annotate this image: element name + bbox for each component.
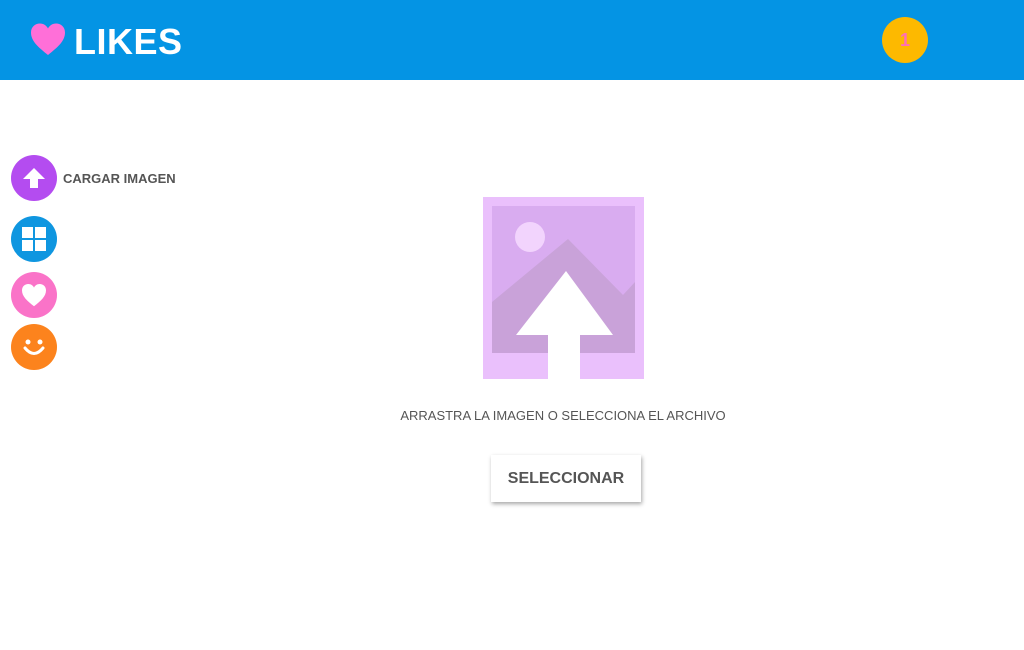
heart-icon — [22, 284, 46, 307]
gallery-grid-button[interactable] — [11, 216, 57, 262]
app-title: LIKES — [74, 21, 183, 62]
upload-arrow-icon — [23, 168, 45, 188]
top-header: LIKES 1 — [0, 0, 1024, 80]
heart-icon — [31, 23, 65, 55]
notification-badge[interactable]: 1 — [882, 17, 928, 63]
smile-icon — [23, 339, 45, 355]
emoji-button[interactable] — [11, 324, 57, 370]
upload-image-button[interactable] — [11, 155, 57, 201]
upload-image-label[interactable]: CARGAR IMAGEN — [63, 171, 176, 187]
likes-button[interactable] — [11, 272, 57, 318]
grid-icon — [22, 227, 46, 251]
image-upload-icon[interactable] — [483, 197, 644, 379]
select-file-button[interactable]: SELECCIONAR — [491, 455, 641, 502]
upload-instructions: ARRASTRA LA IMAGEN O SELECCIONA EL ARCHI… — [400, 408, 726, 423]
